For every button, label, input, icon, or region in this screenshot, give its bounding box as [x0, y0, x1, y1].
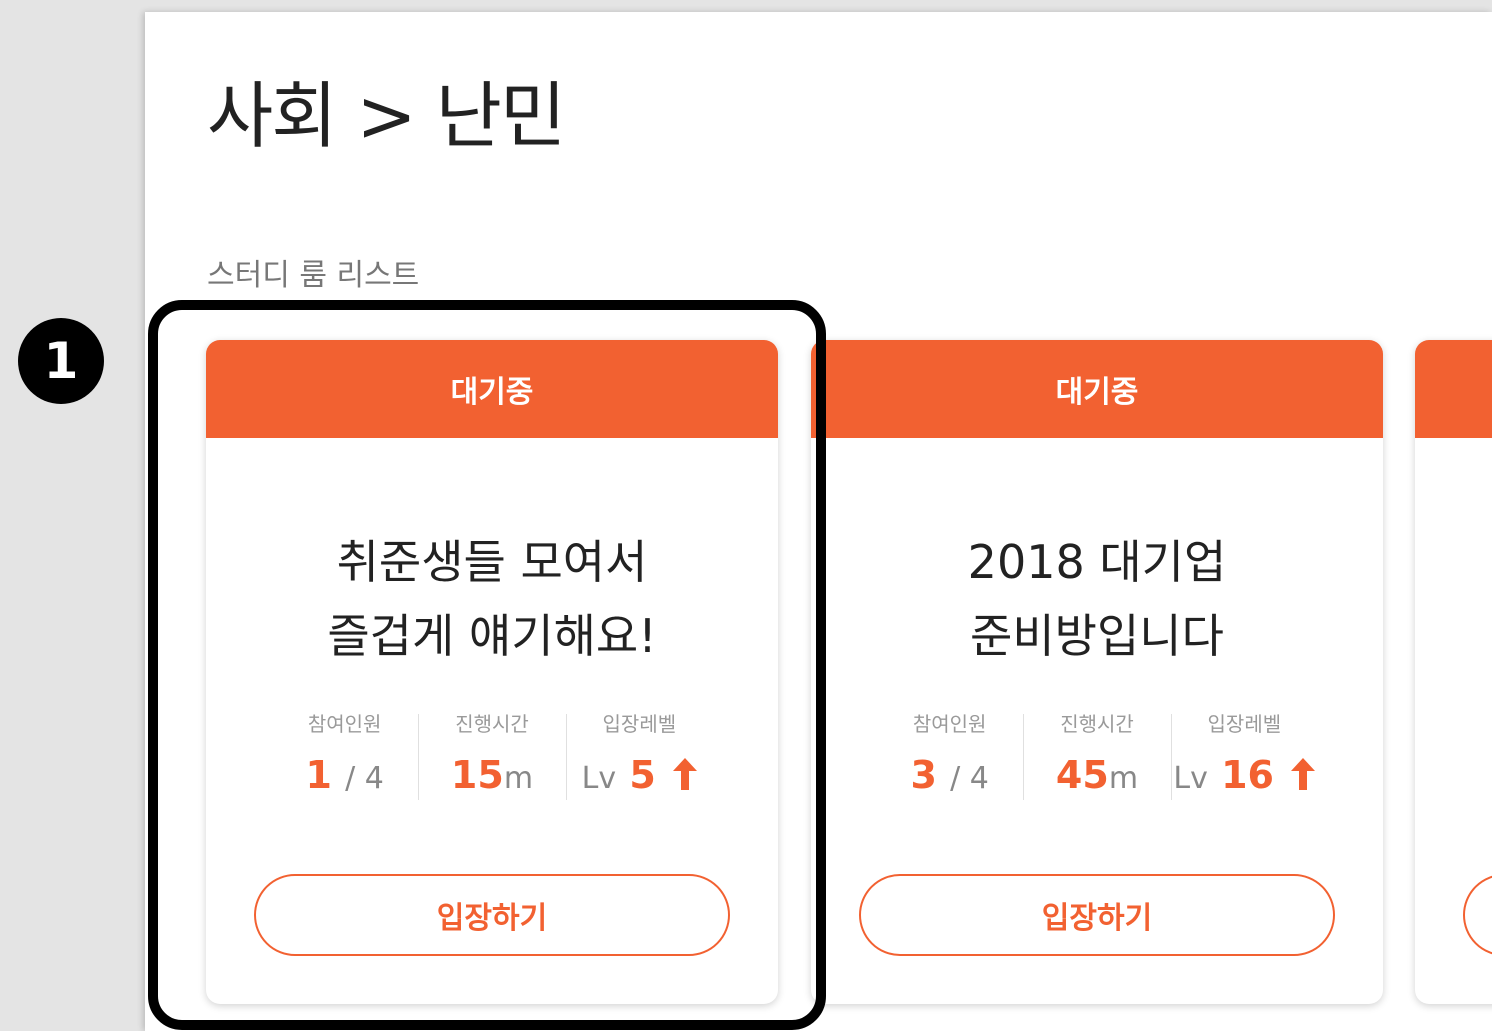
participants-stat: 참여인원 3 / 4	[876, 710, 1023, 806]
room-status: 대기중	[1055, 375, 1139, 410]
room-status-header	[1415, 340, 1492, 438]
room-status-header: 대기중	[811, 340, 1383, 438]
room-title-line: 준비방입니다	[970, 609, 1224, 663]
level-label: 입장레벨	[602, 712, 677, 736]
participants-max: / 4	[345, 761, 384, 796]
arrow-up-icon	[1291, 758, 1316, 790]
arrow-up-icon	[673, 758, 698, 790]
duration-label: 진행시간	[455, 712, 529, 736]
level-stat: 입장레벨 Lv 5	[565, 710, 713, 808]
level-prefix: Lv	[581, 761, 617, 796]
level-label: 입장레벨	[1207, 712, 1282, 736]
duration-stat: 진행시간 15m	[418, 710, 565, 806]
room-card-partial[interactable]	[1415, 340, 1492, 1004]
room-title: 2018 대기업 준비방입니다	[811, 525, 1383, 673]
level-number: 16	[1221, 753, 1274, 797]
level-value: Lv 5	[566, 746, 713, 808]
level-stat: 입장레벨 Lv 16	[1170, 710, 1318, 808]
participants-label: 참여인원	[307, 712, 382, 736]
page-title: 사회 > 난민	[207, 74, 566, 158]
duration-unit: m	[1108, 761, 1139, 796]
room-title-line: 취준생들 모여서	[336, 535, 648, 589]
enter-room-button[interactable]: 입장하기	[859, 874, 1335, 956]
participants-current: 3	[910, 753, 937, 797]
room-status: 대기중	[450, 375, 534, 410]
room-stats: 참여인원 1 / 4 진행시간 15m 입장레벨 Lv 5	[271, 710, 713, 806]
participants-value: 1 / 4	[271, 746, 418, 808]
level-value: Lv 16	[1171, 746, 1318, 808]
enter-room-button-partial[interactable]	[1463, 874, 1492, 956]
enter-room-button[interactable]: 입장하기	[254, 874, 730, 956]
room-title-line: 2018 대기업	[967, 535, 1227, 589]
room-title: 취준생들 모여서 즐겁게 얘기해요!	[206, 525, 778, 673]
room-title-line: 즐겁게 얘기해요!	[327, 609, 657, 663]
page-container: 사회 > 난민 스터디 룸 리스트 대기중 취준생들 모여서 즐겁게 얘기해요!…	[145, 12, 1492, 1031]
level-prefix: Lv	[1173, 761, 1208, 796]
room-card[interactable]: 대기중 취준생들 모여서 즐겁게 얘기해요! 참여인원 1 / 4 진행시간 1…	[206, 340, 778, 1004]
participants-value: 3 / 4	[876, 746, 1023, 808]
participants-label: 참여인원	[912, 712, 987, 736]
participants-max: / 4	[950, 761, 989, 796]
duration-unit: m	[503, 761, 534, 796]
level-number: 5	[629, 753, 656, 797]
room-status-header: 대기중	[206, 340, 778, 438]
duration-number: 45	[1055, 753, 1109, 797]
duration-label: 진행시간	[1060, 712, 1134, 736]
participants-current: 1	[305, 753, 332, 797]
participants-stat: 참여인원 1 / 4	[271, 710, 418, 806]
duration-stat: 진행시간 45m	[1023, 710, 1170, 806]
duration-value: 15m	[418, 746, 565, 808]
duration-number: 15	[450, 753, 504, 797]
room-card[interactable]: 대기중 2018 대기업 준비방입니다 참여인원 3 / 4 진행시간 45m …	[811, 340, 1383, 1004]
duration-value: 45m	[1023, 746, 1170, 808]
section-label: 스터디 룸 리스트	[207, 258, 420, 293]
step-marker: 1	[18, 318, 104, 404]
room-stats: 참여인원 3 / 4 진행시간 45m 입장레벨 Lv 16	[876, 710, 1318, 806]
